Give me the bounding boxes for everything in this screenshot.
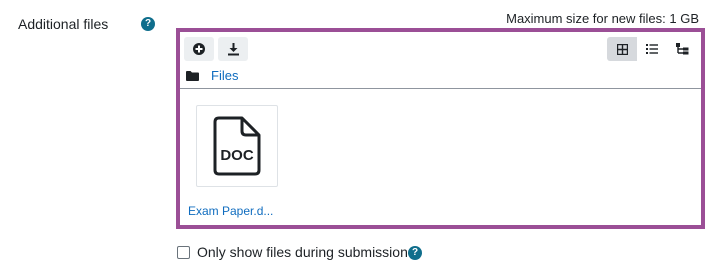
tree-view-button[interactable] <box>667 37 697 61</box>
max-size-text: Maximum size for new files: 1 GB <box>506 11 699 26</box>
plus-circle-icon <box>193 43 205 55</box>
file-tile[interactable]: DOC <box>196 105 278 187</box>
submission-option-row: Only show files during submission <box>177 244 408 260</box>
doc-file-icon: DOC <box>213 116 261 176</box>
field-label: Additional files <box>18 16 109 32</box>
file-picker-toolbar: Files <box>180 32 701 89</box>
breadcrumb: Files <box>186 68 238 83</box>
help-icon[interactable]: ? <box>408 246 422 260</box>
add-file-button[interactable] <box>184 37 214 61</box>
breadcrumb-files-link[interactable]: Files <box>211 68 238 83</box>
only-show-during-submission-label[interactable]: Only show files during submission <box>197 244 408 260</box>
only-show-during-submission-checkbox[interactable] <box>177 245 190 259</box>
folder-icon <box>186 70 199 81</box>
list-view-button[interactable] <box>637 37 667 61</box>
grid-view-button[interactable] <box>607 37 637 61</box>
list-view-icon <box>646 44 658 54</box>
download-all-button[interactable] <box>218 37 248 61</box>
download-icon <box>227 42 239 55</box>
view-switcher <box>607 37 697 61</box>
grid-view-icon <box>616 43 628 55</box>
file-type-label: DOC <box>220 147 254 164</box>
tree-view-icon <box>675 43 688 55</box>
help-icon[interactable]: ? <box>141 17 155 31</box>
file-name-link[interactable]: Exam Paper.d... <box>188 204 273 218</box>
file-picker: Files DOC Exam Paper.d... <box>176 28 705 229</box>
